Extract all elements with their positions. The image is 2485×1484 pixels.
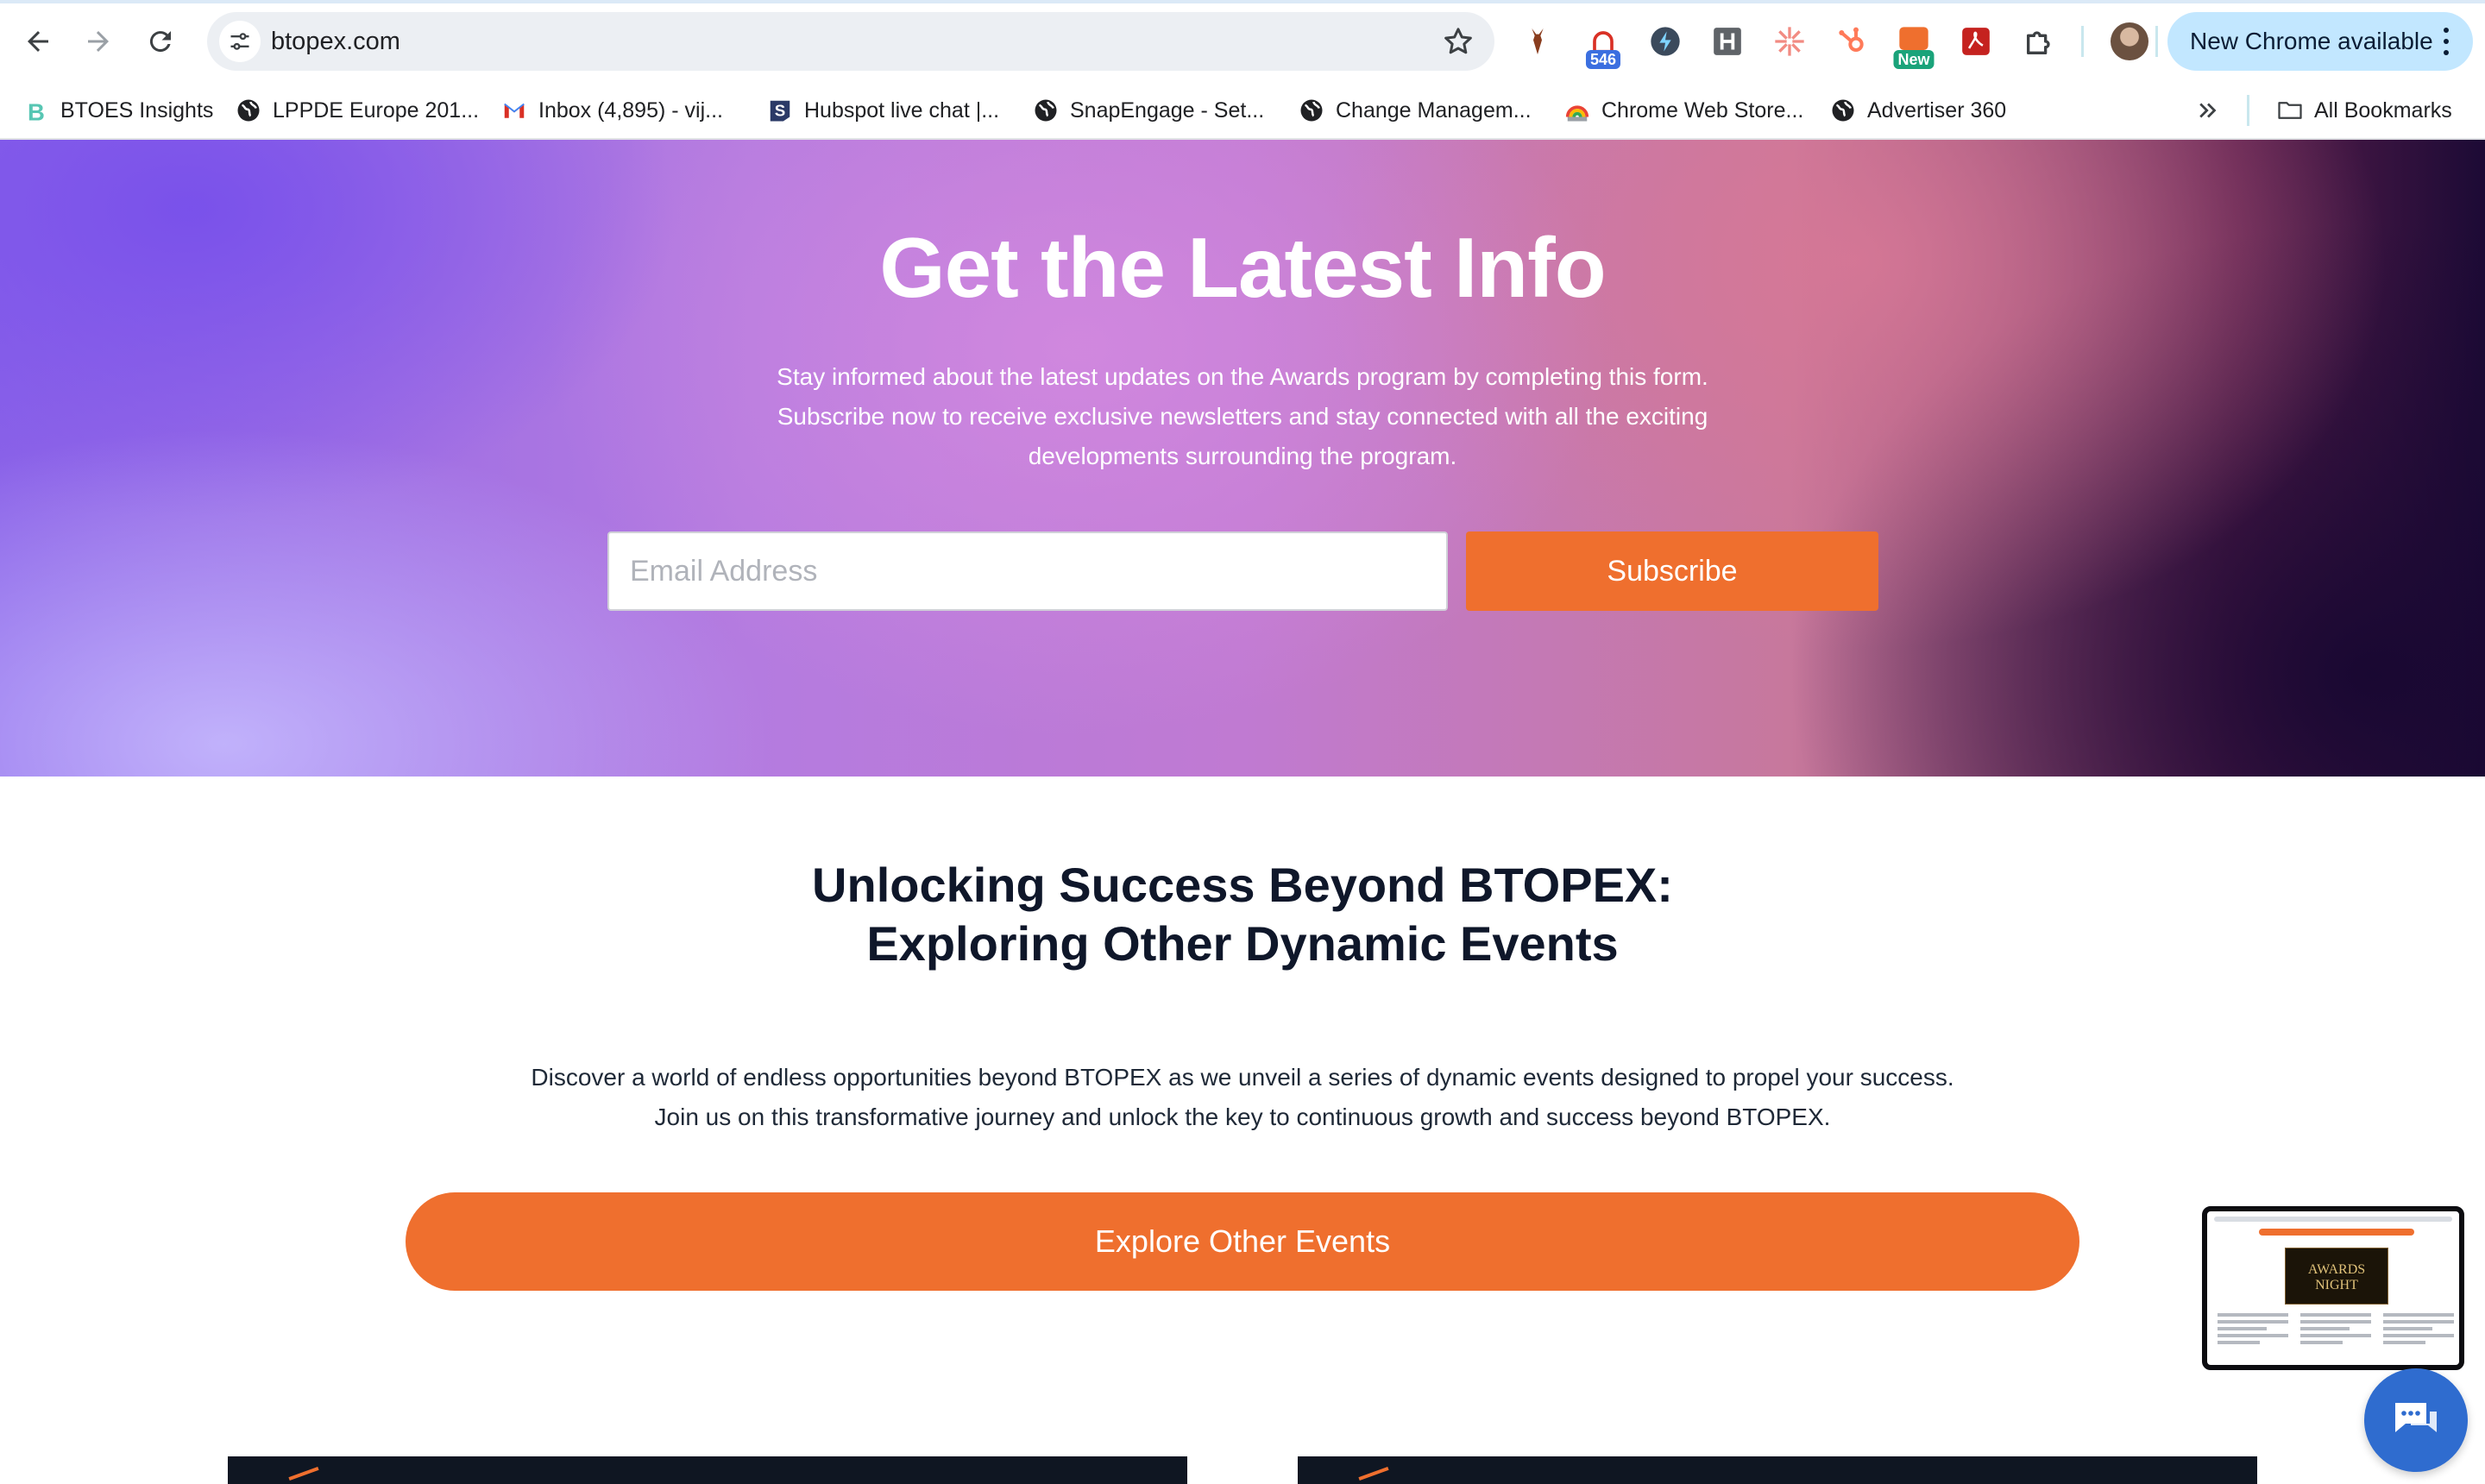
preview-browser-bar — [2214, 1217, 2452, 1222]
globe-icon — [1032, 97, 1060, 124]
events-heading: Unlocking Success Beyond BTOPEX: Explori… — [0, 856, 2485, 973]
browser-toolbar: btopex.com 546 New New Chrome available — [0, 0, 2485, 83]
preview-text-column — [2383, 1313, 2454, 1348]
reload-button[interactable] — [136, 17, 185, 66]
globe-icon — [235, 97, 262, 124]
page-preview-thumbnail[interactable]: AWARDS NIGHT — [2202, 1206, 2464, 1370]
events-description: Discover a world of endless opportunitie… — [362, 1058, 2123, 1137]
all-bookmarks-button[interactable]: All Bookmarks — [2276, 93, 2452, 128]
bookmark-label: BTOES Insights — [60, 97, 214, 123]
extension-sparkle-icon[interactable] — [1769, 21, 1810, 62]
bookmark-item[interactable]: B BTOES Insights — [22, 93, 213, 128]
more-bookmarks-button[interactable] — [2195, 93, 2221, 128]
event-card-top[interactable] — [228, 1456, 1187, 1484]
bookmark-label: Chrome Web Store... — [1601, 97, 1804, 123]
address-bar[interactable]: btopex.com — [207, 12, 1494, 71]
extension-new-icon[interactable]: New — [1893, 21, 1935, 69]
hero-title: Get the Latest Info — [879, 220, 1606, 315]
kebab-menu-icon[interactable] — [2444, 28, 2450, 55]
all-bookmarks-label: All Bookmarks — [2314, 97, 2452, 123]
bookmark-label: Advertiser 360 — [1867, 97, 2007, 123]
bookmark-label: LPPDE Europe 201... — [273, 97, 480, 123]
back-button[interactable] — [14, 17, 62, 66]
chat-bubble-icon — [2395, 1403, 2437, 1432]
email-input[interactable] — [607, 531, 1448, 611]
toolbar-divider — [2155, 26, 2158, 57]
extension-h-icon[interactable] — [1707, 21, 1748, 62]
preview-text-column — [2300, 1313, 2371, 1348]
subscribe-button[interactable]: Subscribe — [1466, 531, 1878, 611]
preview-awards-image: AWARDS NIGHT — [2285, 1248, 2388, 1305]
extension-deer-icon[interactable] — [1517, 21, 1558, 62]
chrome-update-label: New Chrome available — [2190, 28, 2433, 54]
svg-text:B: B — [28, 98, 45, 123]
s-logo-icon: S — [766, 97, 794, 124]
bookmark-item[interactable]: Chrome Web Store... — [1563, 93, 1803, 128]
extension-badge-count: 546 — [1585, 50, 1621, 69]
bookmark-item[interactable]: S Hubspot live chat |... — [766, 93, 999, 128]
events-description-line2: Join us on this transformative journey a… — [654, 1104, 1831, 1130]
extension-ghost-icon[interactable]: 546 — [1582, 21, 1624, 69]
url-text[interactable]: btopex.com — [271, 28, 400, 56]
gmail-icon — [500, 97, 528, 124]
bookmark-star-icon[interactable] — [1441, 24, 1475, 59]
globe-icon — [1829, 97, 1857, 124]
globe-icon — [1298, 97, 1325, 124]
folder-icon — [2276, 97, 2304, 124]
btoes-b-icon: B — [22, 97, 50, 124]
extensions-puzzle-icon[interactable] — [2019, 21, 2060, 62]
arrow-right-icon — [88, 31, 109, 52]
events-description-line1: Discover a world of endless opportunitie… — [531, 1064, 1954, 1091]
bookmarks-bar: B BTOES Insights LPPDE Europe 201... Inb… — [0, 83, 2485, 140]
preview-image-text: AWARDS NIGHT — [2307, 1262, 2366, 1292]
bookmark-label: SnapEngage - Set... — [1070, 97, 1265, 123]
svg-text:S: S — [775, 101, 786, 119]
chrome-update-button[interactable]: New Chrome available — [2167, 12, 2473, 71]
preview-text-column — [2218, 1313, 2288, 1348]
live-chat-button[interactable] — [2364, 1368, 2468, 1472]
extension-badge-new: New — [1893, 50, 1935, 69]
preview-orange-bar — [2259, 1229, 2414, 1236]
extension-pdf-icon[interactable] — [1955, 21, 1997, 62]
rainbow-icon — [1563, 97, 1591, 124]
arrow-left-icon — [28, 31, 48, 52]
bookmark-item[interactable]: LPPDE Europe 201... — [235, 93, 479, 128]
bookmark-item[interactable]: Advertiser 360 — [1829, 93, 2006, 128]
newsletter-hero: Get the Latest Info Stay informed about … — [0, 140, 2485, 777]
double-chevron-right-icon — [2199, 103, 2217, 118]
event-card-top[interactable] — [1298, 1456, 2257, 1484]
events-heading-line2: Exploring Other Dynamic Events — [866, 916, 1619, 971]
bookmark-item[interactable]: Inbox (4,895) - vij... — [500, 93, 723, 128]
profile-avatar[interactable] — [2111, 22, 2148, 60]
tune-icon — [230, 33, 249, 50]
reload-icon — [149, 31, 171, 53]
toolbar-divider — [2081, 26, 2084, 57]
site-info-button[interactable] — [219, 21, 261, 62]
extension-bolt-icon[interactable] — [1645, 21, 1686, 62]
bookmarks-divider — [2247, 95, 2249, 126]
explore-other-events-button[interactable]: Explore Other Events — [406, 1192, 2079, 1291]
bookmark-item[interactable]: Change Managem... — [1298, 93, 1532, 128]
bookmark-label: Inbox (4,895) - vij... — [538, 97, 723, 123]
events-heading-line1: Unlocking Success Beyond BTOPEX: — [812, 858, 1673, 912]
extension-hubspot-icon[interactable] — [1831, 21, 1872, 62]
hero-description: Stay informed about the latest updates o… — [777, 363, 1708, 469]
bookmark-label: Change Managem... — [1336, 97, 1532, 123]
forward-button[interactable] — [74, 17, 123, 66]
bookmark-item[interactable]: SnapEngage - Set... — [1032, 93, 1264, 128]
bookmark-label: Hubspot live chat |... — [804, 97, 1000, 123]
